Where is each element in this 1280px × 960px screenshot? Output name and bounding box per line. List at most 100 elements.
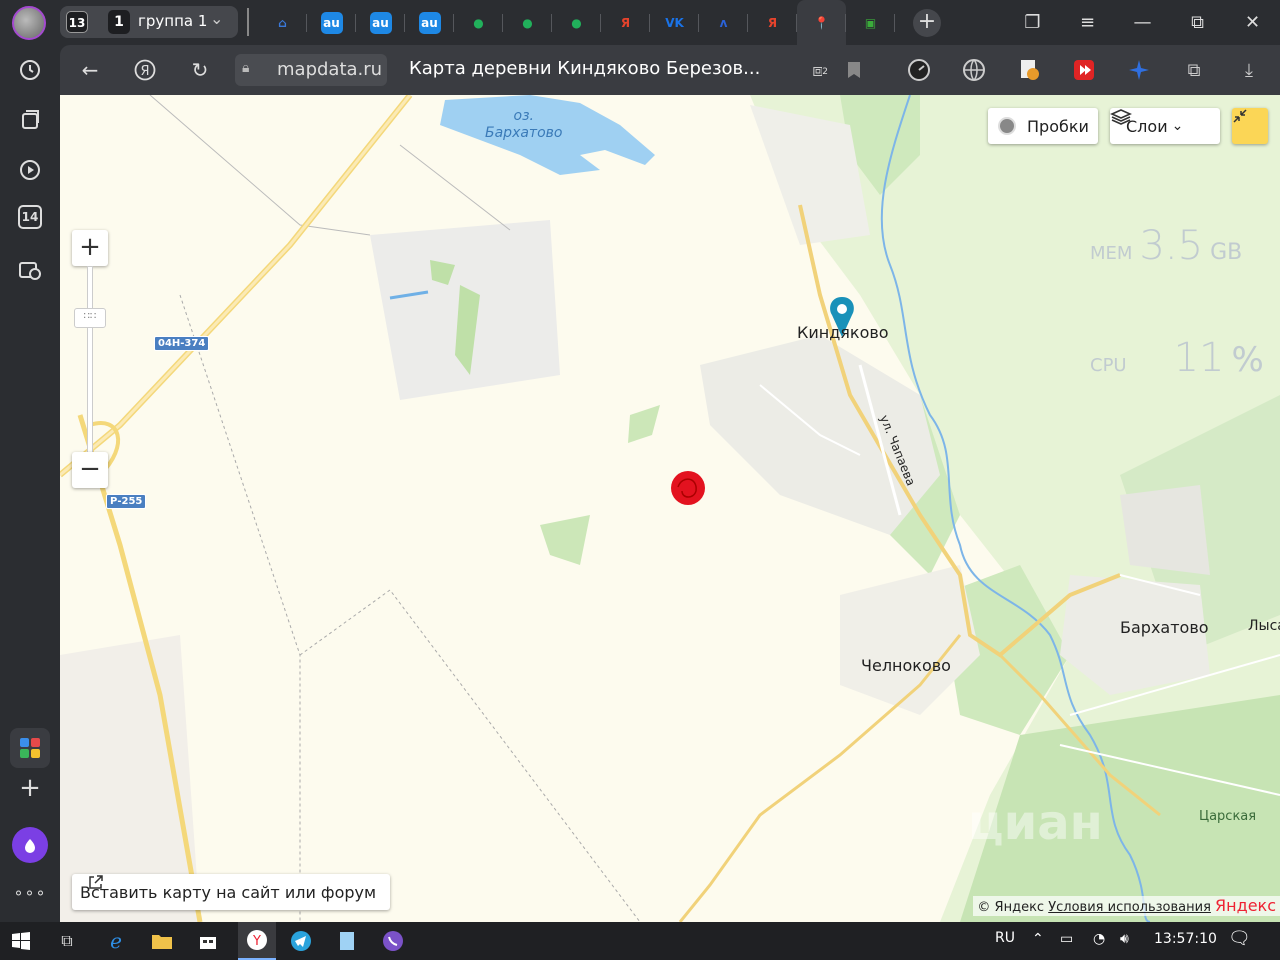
clock[interactable]: 13:57:10 — [1154, 931, 1217, 947]
embed-map-button[interactable]: Вставить карту на сайт или форум — [72, 874, 390, 910]
chevron-down-icon[interactable]: ⌄ — [210, 9, 223, 28]
screenshot-icon[interactable] — [15, 255, 45, 285]
zoom-out-button[interactable]: − — [72, 452, 108, 488]
layers-button[interactable]: Слои ⌄ — [1110, 108, 1220, 144]
task-view-icon[interactable]: ⧉ — [54, 928, 80, 954]
profile-avatar[interactable] — [12, 6, 46, 40]
edge-icon[interactable]: ℯ — [103, 928, 129, 954]
tab-count-badge[interactable]: 13 — [66, 11, 88, 33]
tab-avito-2[interactable]: au — [356, 0, 405, 45]
collapse-icon — [1233, 109, 1247, 123]
dots-3-favicon-icon: ● — [571, 15, 582, 30]
url-field[interactable]: 🔒︎ mapdata.ru — [235, 54, 387, 86]
protect-icon[interactable]: ⧈ 2 — [804, 57, 832, 83]
notes-icon[interactable] — [334, 928, 360, 954]
place-label-tsarskaya: Царская — [1199, 809, 1257, 824]
cpu-label: CPU — [1090, 355, 1127, 376]
traffic-label: Пробки — [1027, 116, 1089, 136]
yandex-home-icon[interactable]: Я — [130, 55, 160, 85]
place-label-lysaya: Лыса — [1248, 618, 1280, 634]
lambda-favicon-icon: ʌ — [719, 15, 728, 30]
extension-doc-icon[interactable] — [1015, 57, 1043, 83]
file-explorer-icon[interactable] — [149, 928, 175, 954]
apps-icon[interactable] — [10, 728, 50, 768]
menu-icon[interactable]: ≡ — [1060, 0, 1115, 45]
battery-icon[interactable]: ▭ — [1060, 931, 1073, 947]
yandex-browser-taskbar-icon[interactable]: Y — [238, 922, 276, 960]
tab-avito-3[interactable]: au — [405, 0, 454, 45]
notifications-icon[interactable]: 🗨︎ — [1228, 928, 1251, 949]
tray-chevron-icon[interactable]: ⌃ — [1032, 931, 1044, 947]
group-number-badge: 1 — [108, 10, 130, 34]
tab-home[interactable]: ⌂ — [258, 0, 307, 45]
dots-2-favicon-icon: ● — [522, 15, 533, 30]
svg-text:Y: Y — [252, 934, 261, 949]
place-label-chelnokovo: Челноково — [861, 656, 951, 675]
more-icon[interactable]: ∘∘∘ — [13, 877, 45, 907]
extension-red-icon[interactable] — [1070, 57, 1098, 83]
place-label-barkhatovo: Бархатово — [1120, 618, 1209, 637]
mem-unit: GB — [1210, 240, 1243, 265]
map-view[interactable]: оз. Бархатово Киндяково Челноково Бархат… — [60, 95, 1280, 922]
telegram-icon[interactable] — [288, 928, 314, 954]
tab-strip: ⌂ au au au ● ● ● Я VK ʌ Я 📍 ▣ — [258, 0, 895, 45]
tab-separator — [247, 8, 249, 36]
viber-icon[interactable] — [380, 928, 406, 954]
play-icon[interactable] — [15, 155, 45, 185]
vk-favicon-icon: VK — [665, 15, 684, 30]
extensions-icon[interactable]: ⧉ — [1180, 57, 1208, 83]
download-icon[interactable]: ⤓ — [1235, 57, 1263, 83]
bookmark-icon[interactable] — [840, 57, 868, 83]
tab-dots-3[interactable]: ● — [552, 0, 601, 45]
tab-lambda[interactable]: ʌ — [699, 0, 748, 45]
tab-dots-2[interactable]: ● — [503, 0, 552, 45]
tab-yandex-1[interactable]: Я — [601, 0, 650, 45]
alice-icon[interactable] — [12, 827, 48, 863]
cpu-value: 11 — [1173, 335, 1225, 381]
address-bar: ← Я ↻ 🔒︎ mapdata.ru Карта деревни Киндяк… — [60, 45, 1280, 95]
speed-icon[interactable] — [905, 57, 933, 83]
add-icon[interactable]: + — [15, 773, 45, 803]
tab-green-app[interactable]: ▣ — [846, 0, 895, 45]
calendar-icon[interactable]: 14 — [18, 205, 42, 229]
dots-1-favicon-icon: ● — [473, 15, 484, 30]
tab-group[interactable]: 13 1 группа 1 ⌄ — [60, 6, 238, 38]
windows-start-icon[interactable] — [8, 928, 34, 954]
reload-icon[interactable]: ↻ — [185, 55, 215, 85]
cian-watermark: циан — [968, 795, 1103, 851]
os-taskbar: ⧉ ℯ Y RU ⌃ ▭ ◔ 🔊︎ 13:57:10 🗨︎ — [0, 922, 1280, 960]
terms-link[interactable]: Условия использования — [1048, 900, 1211, 915]
language-indicator[interactable]: RU — [995, 930, 1015, 946]
tab-yandex-2[interactable]: Я — [748, 0, 797, 45]
cpu-unit: % — [1231, 340, 1264, 380]
traffic-button[interactable]: Пробки — [988, 108, 1098, 144]
back-icon[interactable]: ← — [75, 55, 105, 85]
close-button[interactable]: ✕ — [1225, 0, 1280, 45]
yandex-logo: Яндекс — [1215, 896, 1276, 915]
bookmarks-panel-icon[interactable]: ❐ — [1005, 0, 1060, 45]
store-icon[interactable] — [195, 928, 221, 954]
extension-star-icon[interactable] — [1125, 57, 1153, 83]
avito-3-favicon-icon: au — [418, 11, 441, 34]
zoom-in-button[interactable]: + — [72, 230, 108, 266]
collections-icon[interactable] — [15, 105, 45, 135]
tab-avito-1[interactable]: au — [307, 0, 356, 45]
zoom-slider-handle[interactable]: ∷∷ — [74, 308, 106, 328]
tab-dots-1[interactable]: ● — [454, 0, 503, 45]
history-icon[interactable] — [15, 55, 45, 85]
cpu-monitor: CPU 11 % — [1090, 335, 1264, 381]
restore-button[interactable]: ⧉ — [1170, 0, 1225, 45]
globe-icon[interactable] — [960, 57, 988, 83]
tab-vk[interactable]: VK — [650, 0, 699, 45]
wifi-icon[interactable]: ◔ — [1093, 931, 1105, 947]
mem-monitor: MEM 3.5 GB — [1090, 223, 1242, 269]
red-marker[interactable] — [671, 471, 705, 505]
collapse-map-button[interactable] — [1232, 108, 1268, 144]
mem-label: MEM — [1090, 243, 1133, 264]
zoom-track[interactable] — [87, 266, 93, 453]
volume-icon[interactable]: 🔊︎ — [1120, 931, 1129, 947]
new-tab-button[interactable]: + — [913, 9, 941, 37]
tab-mapdata[interactable]: 📍 — [797, 0, 846, 45]
minimize-button[interactable]: — — [1115, 0, 1170, 45]
yandex-2-favicon-icon: Я — [767, 15, 778, 30]
